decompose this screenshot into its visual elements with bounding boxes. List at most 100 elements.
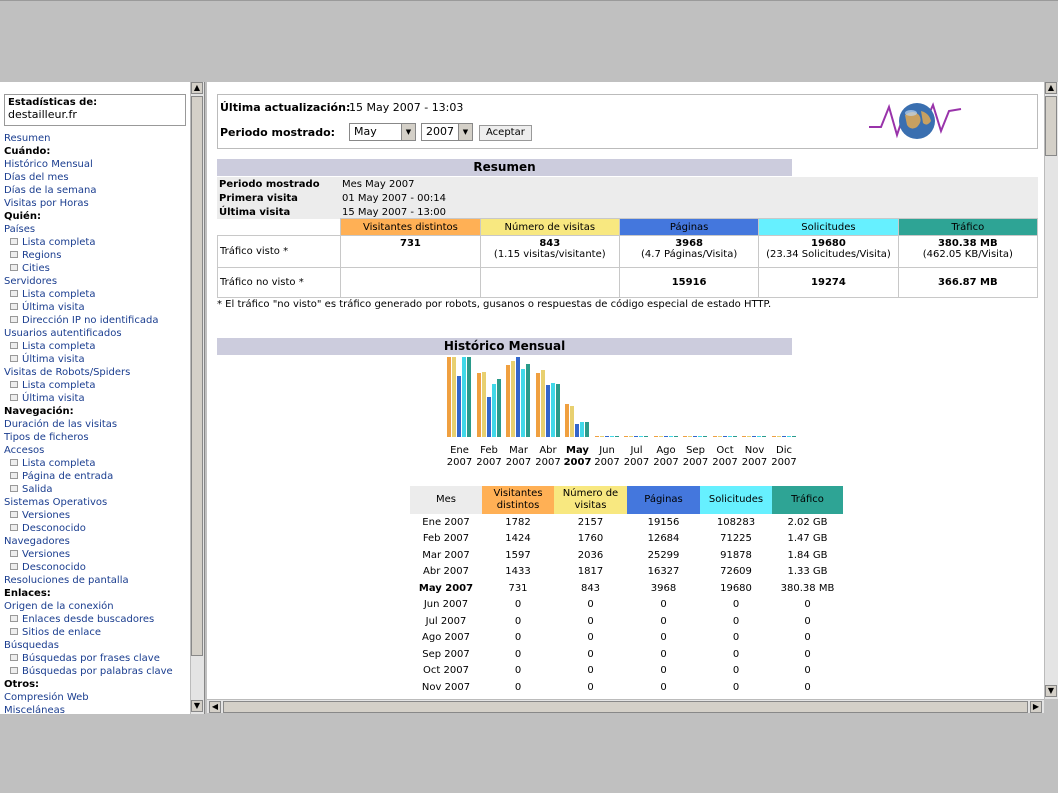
menu-link[interactable]: Resumen xyxy=(4,132,190,145)
menu-link[interactable]: Países xyxy=(4,223,190,236)
unseen-cell: 19274 xyxy=(758,267,899,298)
main-scroll-thumb[interactable] xyxy=(1045,96,1057,156)
menu-label: Otros: xyxy=(4,679,40,690)
submenu-icon xyxy=(10,550,18,557)
menu-label: Desconocido xyxy=(22,562,86,573)
menu-link[interactable]: Lista completa xyxy=(4,457,190,470)
scroll-down-icon[interactable]: ▼ xyxy=(1045,685,1057,697)
menu-link[interactable]: Versiones xyxy=(4,509,190,522)
menu-link[interactable]: Navegadores xyxy=(4,535,190,548)
menu-link[interactable]: Lista completa xyxy=(4,379,190,392)
menu-link[interactable]: Servidores xyxy=(4,275,190,288)
value-cell: 2.02 GB xyxy=(787,516,828,528)
bottom-band xyxy=(0,714,1058,793)
scroll-right-icon[interactable]: ▶ xyxy=(1030,701,1042,713)
value-cell: 91878 xyxy=(720,549,752,561)
scroll-left-icon[interactable]: ◀ xyxy=(209,701,221,713)
update-label: Última actualización: xyxy=(220,101,351,114)
menu-link[interactable]: Versiones xyxy=(4,548,190,561)
history-table: Mes Visitantes distintos Número de visit… xyxy=(410,486,843,696)
menu-link[interactable]: Misceláneas xyxy=(4,704,190,714)
menu-link[interactable]: Tipos de ficheros xyxy=(4,431,190,444)
left-scroll-thumb[interactable] xyxy=(191,96,203,656)
menu-link[interactable]: Última visita xyxy=(4,301,190,314)
chart-tick-month: Sep xyxy=(686,445,705,456)
value-cell: 25299 xyxy=(647,549,680,561)
main-scrollbar[interactable]: ▲ ▼ xyxy=(1044,82,1058,699)
header-box: Última actualización: 15 May 2007 - 13:0… xyxy=(217,94,1038,149)
unseen-cell xyxy=(479,267,620,298)
menu-link[interactable]: Cities xyxy=(4,262,190,275)
menu-link[interactable]: Usuarios autentificados xyxy=(4,327,190,340)
menu-link[interactable]: Lista completa xyxy=(4,236,190,249)
value-cell: 0 xyxy=(514,599,522,611)
chart-tick-month: Abr xyxy=(539,445,557,456)
year-value: 2007 xyxy=(426,125,454,138)
chart-bar xyxy=(599,436,604,437)
menu-link[interactable]: Visitas por Horas xyxy=(4,197,190,210)
chart-month-label: May 2007 xyxy=(563,445,592,469)
chart-tick-year: 2007 xyxy=(535,457,561,468)
menu-link[interactable]: Histórico Mensual xyxy=(4,158,190,171)
year-select[interactable]: 2007 ▼ xyxy=(421,123,473,141)
menu-link[interactable]: Dirección IP no identificada xyxy=(4,314,190,327)
menu-link[interactable]: Días del mes xyxy=(4,171,190,184)
menu-link[interactable]: Búsquedas xyxy=(4,639,190,652)
value-cell: 16327 xyxy=(647,566,680,578)
horizontal-scrollbar[interactable]: ◀ ▶ xyxy=(207,699,1044,713)
scroll-up-icon[interactable]: ▲ xyxy=(191,82,203,94)
menu-label: Visitas de Robots/Spiders xyxy=(4,367,131,378)
menu-link[interactable]: Regions xyxy=(4,249,190,262)
month-cell: Sep 2007 xyxy=(422,648,470,660)
menu-link[interactable]: Enlaces desde buscadores xyxy=(4,613,190,626)
value-cell: 0 xyxy=(587,632,594,644)
hist-col-pages: Páginas xyxy=(627,486,700,514)
menu-link[interactable]: Compresión Web xyxy=(4,691,190,704)
chart-bar xyxy=(791,436,796,437)
menu-link[interactable]: Origen de la conexión xyxy=(4,600,190,613)
chart-tick-month: Ene xyxy=(450,445,469,456)
menu-link[interactable]: Salida xyxy=(4,483,190,496)
chart-month-label: Feb 2007 xyxy=(475,445,504,469)
menu-link[interactable]: Búsquedas por frases clave xyxy=(4,652,190,665)
month-select[interactable]: May ▼ xyxy=(349,123,416,141)
menu-link[interactable]: Última visita xyxy=(4,353,190,366)
menu-link[interactable]: Búsquedas por palabras clave xyxy=(4,665,190,678)
accept-button[interactable]: Aceptar xyxy=(479,125,532,141)
menu-link[interactable]: Resoluciones de pantalla xyxy=(4,574,190,587)
chart-bar xyxy=(683,436,687,437)
chart-bar xyxy=(545,385,550,437)
chart-bar xyxy=(614,436,619,437)
left-scrollbar[interactable]: ▲ ▼ xyxy=(190,82,204,714)
summary-info-row: Primera visita 01 May 2007 - 00:14 xyxy=(217,191,1038,205)
menu-link[interactable]: Accesos xyxy=(4,444,190,457)
menu-link[interactable]: Días de la semana xyxy=(4,184,190,197)
chart-month-label: Oct 2007 xyxy=(711,445,740,469)
chart-bar xyxy=(727,436,732,437)
chart-bar xyxy=(712,436,717,437)
menu-link[interactable]: Lista completa xyxy=(4,340,190,353)
horizontal-scroll-thumb[interactable] xyxy=(223,701,1028,713)
menu-link[interactable]: Última visita xyxy=(4,392,190,405)
menu-link[interactable]: Duración de las visitas xyxy=(4,418,190,431)
menu-link[interactable]: Sistemas Operativos xyxy=(4,496,190,509)
value-cell: 0 xyxy=(660,615,667,627)
menu-link[interactable]: Página de entrada xyxy=(4,470,190,483)
table-row: Abr 2007 1433 1817 16327 72609 1.33 GB xyxy=(410,564,843,581)
menu-label: Días del mes xyxy=(4,172,69,183)
table-row: May 2007 731 843 3968 19680 380.38 MB xyxy=(410,580,843,597)
menu-link[interactable]: Desconocido xyxy=(4,522,190,535)
menu-link[interactable]: Desconocido xyxy=(4,561,190,574)
submenu-icon xyxy=(10,381,18,388)
left-menu: Estadísticas de: destailleur.fr Resumen C… xyxy=(0,82,190,714)
scroll-down-icon[interactable]: ▼ xyxy=(191,700,203,712)
menu-link[interactable]: Visitas de Robots/Spiders xyxy=(4,366,190,379)
menu-link[interactable]: Lista completa xyxy=(4,288,190,301)
value-cell: 0 xyxy=(587,599,594,611)
value-cell: 0 xyxy=(587,615,594,627)
scroll-up-icon[interactable]: ▲ xyxy=(1045,82,1057,94)
hist-col-traffic: Tráfico xyxy=(772,486,843,514)
menu-link[interactable]: Sitios de enlace xyxy=(4,626,190,639)
value-cell: 2157 xyxy=(577,516,604,528)
chart-bar xyxy=(486,397,491,437)
